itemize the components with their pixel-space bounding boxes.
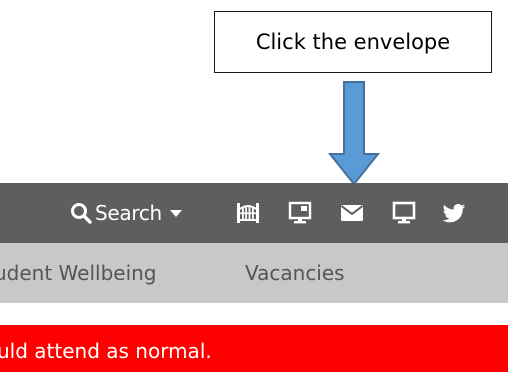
search-button[interactable]: Search [70,199,182,227]
callout-box: Click the envelope [214,11,492,73]
desktop-icon[interactable] [392,201,416,225]
down-arrow-icon [327,81,381,186]
gate-icon[interactable] [236,201,260,225]
envelope-icon[interactable] [340,201,364,225]
search-icon [71,203,92,224]
search-label: Search [95,201,162,225]
monitor-icon[interactable] [288,201,312,225]
alert-text: uld attend as normal. [0,339,212,363]
nav-item-student-wellbeing[interactable]: udent Wellbeing [0,243,157,303]
chevron-down-icon [169,210,182,217]
callout-text: Click the envelope [255,30,451,54]
page: Click the envelope Search udent Wellbein… [0,0,508,372]
top-toolbar: Search [0,183,508,243]
twitter-icon[interactable] [442,201,466,225]
alert-banner: uld attend as normal. [0,325,508,372]
main-nav: udent Wellbeing Vacancies [0,243,508,303]
nav-item-vacancies[interactable]: Vacancies [245,243,345,303]
